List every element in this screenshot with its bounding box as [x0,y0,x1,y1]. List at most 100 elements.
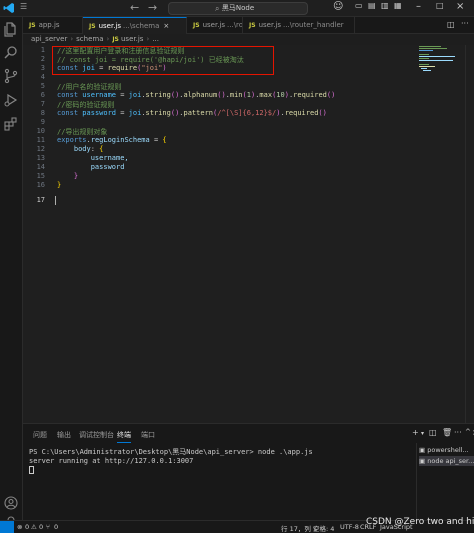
back-arrow[interactable]: ← [130,1,139,14]
terminal-icon: ▣ [419,457,428,465]
chevron-right-icon: › [70,35,74,43]
code-line: password [57,163,125,171]
tab-user-js-router-handler[interactable]: JS user.js ...\router_handler [243,17,355,34]
layout-icon[interactable]: ▭ [355,1,363,10]
javascript-file-icon: JS [249,22,256,29]
layout-split-icon[interactable]: ▥ [381,1,389,10]
line-number: 13 [36,154,45,162]
command-center[interactable]: ⌕ 黑马Node [168,2,308,15]
panel-tab-output[interactable]: 输出 [57,430,71,440]
line-number: 5 [40,82,45,90]
panel-tab-debug-console[interactable]: 调试控制台 [79,430,114,440]
explorer-icon[interactable] [3,21,19,37]
line-number: 1 [40,46,45,54]
activity-bar [0,17,23,520]
close-tab-icon[interactable]: × [163,22,169,30]
code-line: const joi = require("joi") [57,64,167,72]
maximize-panel-icon[interactable]: ^ [465,428,471,436]
run-debug-icon[interactable] [3,92,19,108]
tab-user-js-router[interactable]: JSuser.js...\router [187,17,243,34]
customize-layout-icon[interactable]: ▦ [394,1,402,10]
breadcrumb-item[interactable]: schema [76,35,103,43]
errors-count[interactable]: 0 [25,523,29,531]
line-number: 4 [40,73,45,81]
panel-tab-terminal[interactable]: 终端 [117,430,131,443]
line-number: 3 [40,64,45,72]
errors-icon[interactable]: ⊗ [17,523,22,531]
terminal[interactable]: PS C:\Users\Administrator\Desktop\黑马Node… [29,448,313,475]
terminal-icon: ▣ [419,446,428,454]
javascript-file-icon: JS [29,22,36,29]
indentation[interactable]: 空格: 4 [313,523,334,533]
javascript-file-icon: JS [89,23,96,30]
breadcrumb-item[interactable]: ... [152,35,159,43]
search-icon[interactable] [3,45,19,61]
line-number: 16 [36,181,45,189]
code-line: const username = joi.string().alphanum()… [57,91,336,99]
ports-icon[interactable]: ⑂ [46,523,50,531]
panel-tab-ports[interactable]: 端口 [141,430,155,440]
code-editor[interactable]: 1 2 3 4 5 6 7 8 9 10 11 12 13 14 15 16 1… [23,45,474,423]
editor-tabs: JS app.js JS user.js ...\schema × JS user.js.… [23,17,474,34]
hamburger-menu-icon[interactable]: ☰ [20,2,27,11]
panel-tab-problems[interactable]: 问题 [33,430,47,440]
text-cursor [55,196,56,205]
breadcrumb: api_server › schema › JS user.js ›... [23,34,474,45]
watermark: CSDN @Zero two and hiro [366,517,474,527]
code-line: const password = joi.string().pattern(/^… [57,109,327,117]
forward-arrow[interactable]: → [148,1,157,14]
ports-count[interactable]: 0 [54,523,58,531]
terminal-list-item-node[interactable]: ▣ node api_ser... [419,456,474,466]
warnings-icon[interactable]: ⚠ [31,523,37,531]
chevron-right-icon: › [146,35,150,43]
line-number: 8 [40,109,45,117]
copilot-icon[interactable]: ☺ [333,1,343,12]
tab-app-js[interactable]: JS app.js [23,17,83,34]
layout-panel-icon[interactable]: ▤ [368,1,376,10]
line-number: 15 [36,172,45,180]
line-number: 9 [40,118,45,126]
source-control-icon[interactable] [3,68,19,84]
warnings-count[interactable]: 0 [39,523,43,531]
line-number: 14 [36,163,45,171]
terminal-list: ▣ powershell... ▣ node api_ser... [416,443,474,521]
cursor-position[interactable]: 行 17，列 1 [281,523,317,533]
search-icon: ⌕ [215,4,220,13]
terminal-cursor [29,466,34,474]
extensions-icon[interactable] [3,116,19,132]
code-line: exports.regLoginSchema = { [57,136,167,144]
close-icon[interactable]: × [456,1,464,12]
more-actions-icon[interactable]: ··· [461,19,469,28]
account-icon[interactable] [3,495,19,511]
javascript-file-icon: JS [193,22,200,29]
split-editor-icon[interactable]: ◫ [447,20,455,29]
line-number: 12 [36,145,45,153]
minimize-icon[interactable]: – [416,1,421,12]
vertical-scrollbar[interactable] [465,45,473,423]
line-number: 10 [36,127,45,135]
breadcrumb-item[interactable]: user.js [121,35,143,43]
tab-user-js-schema[interactable]: JS user.js ...\schema × [83,17,187,34]
kill-terminal-icon[interactable]: 🗑 [442,428,452,437]
breadcrumb-item[interactable]: api_server [31,35,67,43]
code-line: } [57,172,79,180]
chevron-right-icon: › [106,35,110,43]
line-number: 17 [36,196,45,204]
terminal-line: PS C:\Users\Administrator\Desktop\黑马Node… [29,448,313,456]
line-number: 6 [40,91,45,99]
maximize-icon[interactable]: □ [436,1,444,10]
encoding[interactable]: UTF-8 [340,523,359,531]
split-terminal-icon[interactable]: ◫ [429,428,437,437]
code-line: } [57,181,62,189]
javascript-file-icon: JS [112,36,121,43]
new-terminal-icon[interactable]: + [412,428,419,437]
terminal-line: server running at http://127.0.0.1:3007 [29,457,194,465]
line-number: 7 [40,100,45,108]
more-actions-icon[interactable]: ··· [454,428,462,437]
chevron-down-icon[interactable]: ▾ [421,430,424,437]
code-line: body: { [73,145,104,153]
remote-indicator-icon[interactable] [0,521,14,533]
minimap[interactable] [419,45,459,75]
terminal-list-item-powershell[interactable]: ▣ powershell... [419,445,474,455]
bottom-panel: 问题 输出 调试控制台 终端 端口 + ▾ ◫ 🗑 ··· ^ × PS C:\… [23,423,474,521]
